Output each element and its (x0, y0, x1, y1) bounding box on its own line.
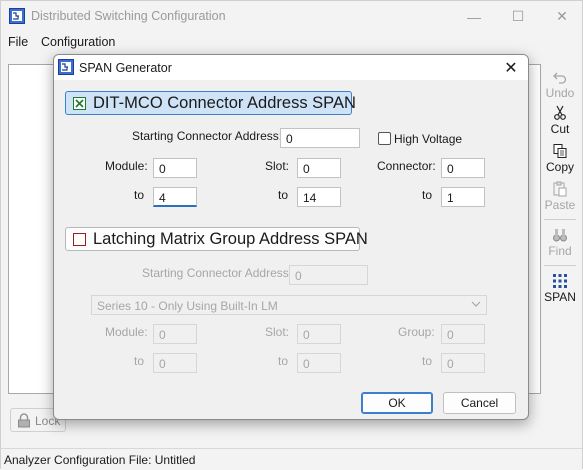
cancel-button[interactable]: Cancel (443, 392, 516, 414)
cut-label: Cut (550, 122, 570, 136)
lm-starting-address-input[interactable]: 0 (289, 265, 368, 285)
connector-to-input[interactable]: 1 (441, 187, 485, 207)
find-label: Find (548, 244, 572, 258)
module-to-input[interactable]: 4 (153, 187, 197, 207)
lm-slot-label: Slot: (265, 325, 290, 339)
slot-from-input[interactable]: 0 (297, 158, 341, 178)
menu-configuration[interactable]: Configuration (41, 35, 115, 49)
lm-module-from-input[interactable]: 0 (153, 324, 197, 344)
cut-button[interactable]: Cut (541, 105, 579, 136)
menu-bar: File Configuration (1, 32, 582, 52)
lock-icon (18, 413, 30, 428)
slot-label: Slot: (265, 159, 290, 173)
undo-icon (553, 72, 567, 84)
title-bar: Distributed Switching Configuration — ☐ … (1, 1, 582, 32)
lm-group-to-input[interactable]: 0 (441, 353, 485, 373)
find-button[interactable]: Find (541, 227, 579, 258)
lm-group-from-input[interactable]: 0 (441, 324, 485, 344)
right-toolbar: Undo Cut Copy Paste Find SPAN (541, 64, 579, 314)
toolbar-separator (544, 219, 576, 220)
high-voltage-checkbox[interactable] (378, 132, 391, 145)
lm-starting-address-label: Starting Connector Address: (142, 266, 293, 280)
connector-to-label: to (422, 188, 433, 202)
chevron-down-icon (471, 301, 481, 307)
high-voltage-label: High Voltage (394, 132, 463, 146)
close-button[interactable]: ✕ (540, 1, 583, 32)
lm-slot-to-label: to (278, 354, 289, 368)
grid-dots-icon (553, 274, 567, 288)
module-from-input[interactable]: 0 (153, 158, 197, 178)
latching-matrix-span-checkbox[interactable]: Latching Matrix Group Address SPAN (65, 227, 368, 251)
dialog-close-button[interactable]: ✕ (498, 55, 524, 80)
span-label: SPAN (544, 290, 576, 304)
dit-mco-span-checkbox[interactable]: DIT-MCO Connector Address SPAN (65, 91, 356, 115)
minimize-button[interactable]: — (452, 1, 496, 32)
copy-icon (553, 144, 567, 158)
series-select[interactable]: Series 10 - Only Using Built-In LM (91, 295, 487, 315)
slot-to-input[interactable]: 14 (297, 187, 341, 207)
latching-matrix-span-label: Latching Matrix Group Address SPAN (93, 229, 368, 248)
lm-slot-from-input[interactable]: 0 (297, 324, 341, 344)
checked-box-icon (73, 96, 86, 110)
unchecked-box-icon (73, 232, 86, 246)
lm-module-to-input[interactable]: 0 (153, 353, 197, 373)
menu-file[interactable]: File (8, 35, 28, 49)
window-title: Distributed Switching Configuration (31, 9, 226, 23)
lm-module-label: Module: (105, 325, 148, 339)
span-button[interactable]: SPAN (541, 273, 579, 304)
starting-address-label: Starting Connector Address: (132, 129, 283, 143)
module-to-label: to (134, 188, 145, 202)
dit-mco-span-label: DIT-MCO Connector Address SPAN (93, 93, 356, 112)
module-label: Module: (105, 159, 148, 173)
connector-from-input[interactable]: 0 (441, 158, 485, 178)
undo-label: Undo (545, 86, 575, 100)
copy-button[interactable]: Copy (541, 143, 579, 174)
scissors-icon (554, 105, 566, 120)
binoculars-icon (553, 229, 567, 242)
lm-group-label: Group: (398, 325, 435, 339)
slot-to-label: to (278, 188, 289, 202)
status-text: Analyzer Configuration File: Untitled (4, 453, 196, 467)
maximize-button[interactable]: ☐ (496, 1, 540, 32)
lm-group-to-label: to (422, 354, 433, 368)
copy-label: Copy (545, 160, 574, 174)
dialog-title-bar: SPAN Generator ✕ (54, 55, 528, 80)
status-bar: Analyzer Configuration File: Untitled (1, 448, 582, 470)
undo-button[interactable]: Undo (541, 69, 579, 100)
ok-button[interactable]: OK (361, 392, 433, 414)
dialog-title: SPAN Generator (79, 61, 172, 75)
connector-label: Connector: (377, 159, 436, 173)
paste-label: Paste (544, 198, 576, 212)
app-icon (58, 59, 74, 75)
toolbar-separator (544, 265, 576, 266)
lm-module-to-label: to (134, 354, 145, 368)
series-select-value: Series 10 - Only Using Built-In LM (97, 299, 278, 313)
app-icon (9, 8, 25, 24)
paste-button[interactable]: Paste (541, 181, 579, 212)
paste-icon (553, 181, 567, 197)
starting-address-input[interactable]: 0 (280, 128, 360, 148)
lm-slot-to-input[interactable]: 0 (297, 353, 341, 373)
span-generator-dialog: SPAN Generator ✕ DIT-MCO Connector Addre… (53, 54, 529, 420)
